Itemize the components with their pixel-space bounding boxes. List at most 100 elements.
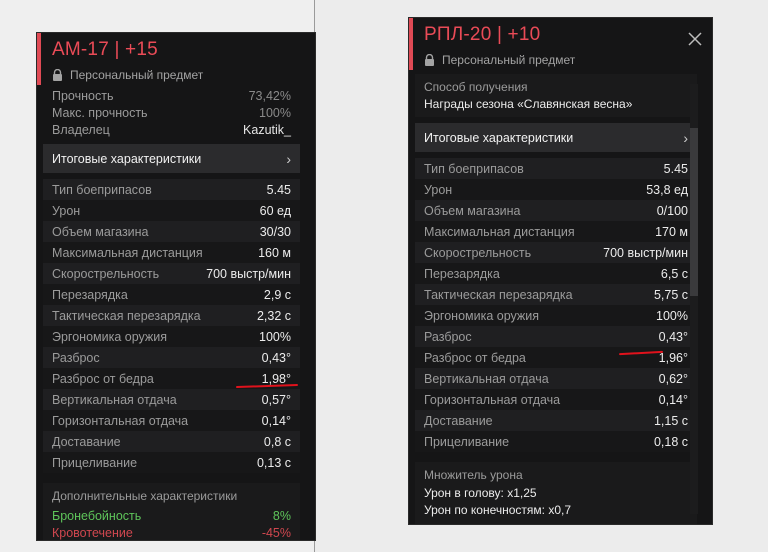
chevron-right-icon: › (286, 150, 291, 167)
card-body[interactable]: Способ получения Награды сезона «Славянс… (415, 74, 697, 524)
stat-value: 0,57° (261, 392, 291, 407)
stat-label: Доставание (424, 413, 493, 428)
stat-value: 700 выстр/мин (603, 245, 688, 260)
stat-label: Тип боеприпасов (52, 182, 152, 197)
stat-row: Разброс от бедра 1,96° (415, 347, 697, 368)
stat-row: Доставание 1,15 с (415, 410, 697, 431)
stat-row: Перезарядка 2,9 с (43, 284, 300, 305)
stat-label: Разброс (52, 350, 100, 365)
stat-value: 1,15 с (653, 413, 688, 428)
stat-value: 100% (259, 105, 291, 120)
card-header: РПЛ-20 | +10 Персональный предмет (424, 24, 704, 67)
extra-value: 8% (272, 508, 291, 523)
stat-row: Вертикальная отдача 0,57° (43, 389, 300, 410)
stat-label: Скорострельность (424, 245, 532, 260)
stat-row: Тактическая перезарядка 5,75 с (415, 284, 697, 305)
stat-value: 170 м (655, 224, 688, 239)
stat-row: Урон 53,8 ед (415, 179, 697, 200)
stat-value: Kazutik_ (243, 122, 291, 137)
stat-label: Тип боеприпасов (424, 161, 524, 176)
accent-bar (37, 33, 41, 85)
extra-label: Бронебойность (52, 508, 142, 523)
stat-value: 100% (259, 329, 291, 344)
stat-value: 5,75 с (653, 287, 688, 302)
extra-row: Кровотечение -45% (52, 524, 291, 540)
stat-label: Тактическая перезарядка (52, 308, 201, 323)
section-label: Итоговые характеристики (52, 151, 202, 166)
stat-value: 6,5 с (660, 266, 688, 281)
stats-list: Тип боеприпасов 5.45 Урон 53,8 ед Объем мага… (415, 158, 697, 452)
chevron-right-icon: › (683, 129, 688, 146)
stat-label: Эргономика оружия (424, 308, 540, 323)
stat-value: 0,43° (658, 329, 688, 344)
stat-label: Максимальная дистанция (52, 245, 203, 260)
stat-value: 0,14° (658, 392, 688, 407)
stat-value: 2,32 с (256, 308, 291, 323)
stat-value: 2,9 с (263, 287, 291, 302)
stat-value: 5.45 (663, 161, 688, 176)
multiplier-block: Множитель урона Урон в голову: x1,25 Урон… (415, 462, 697, 524)
stat-label: Прицеливание (424, 434, 510, 449)
stat-value: 30/30 (259, 224, 291, 239)
stat-row: Объем магазина 30/30 (43, 221, 300, 242)
stat-label: Вертикальная отдача (52, 392, 177, 407)
item-card-rpl20: РПЛ-20 | +10 Персональный предмет Способ… (409, 18, 712, 524)
item-title: АМ-17 | +15 (52, 39, 158, 60)
close-icon[interactable] (688, 32, 702, 46)
stat-label: Макс. прочность (52, 105, 148, 120)
extra-caption: Дополнительные характеристики (52, 489, 238, 503)
stat-row: Макс. прочность 100% (43, 104, 300, 121)
stat-label: Разброс от бедра (424, 350, 526, 365)
stat-row: Максимальная дистанция 160 м (43, 242, 300, 263)
stat-label: Урон (424, 182, 453, 197)
stat-label: Максимальная дистанция (424, 224, 575, 239)
stat-value: 0,43° (261, 350, 291, 365)
multiplier-line: Урон по конечностям: x0,7 (424, 503, 572, 517)
stat-row: Прицеливание 0,18 с (415, 431, 697, 452)
stat-row: Перезарядка 6,5 с (415, 263, 697, 284)
extra-list: Бронебойность 8% Кровотечение -45% (52, 507, 291, 540)
stat-row: Эргономика оружия 100% (43, 326, 300, 347)
stat-row: Урон 60 ед (43, 200, 300, 221)
subtitle-text: Персональный предмет (70, 68, 204, 82)
stat-value: 700 выстр/мин (206, 266, 291, 281)
summary-section-button[interactable]: Итоговые характеристики › (43, 144, 300, 173)
stat-value: 0/100 (656, 203, 688, 218)
stat-row: Горизонтальная отдача 0,14° (43, 410, 300, 431)
stat-label: Тактическая перезарядка (424, 287, 573, 302)
stat-label: Горизонтальная отдача (52, 413, 189, 428)
stat-row: Прицеливание 0,13 с (43, 452, 300, 473)
stat-label: Разброс от бедра (52, 371, 154, 386)
multiplier-line: Урон в голову: x1,25 (424, 486, 537, 500)
lock-icon (53, 69, 62, 81)
extra-value: -45% (261, 525, 291, 540)
obtain-caption: Способ получения (424, 80, 528, 94)
subtitle-text: Персональный предмет (442, 53, 576, 67)
stat-row: Объем магазина 0/100 (415, 200, 697, 221)
item-subtitle: Персональный предмет (424, 53, 704, 67)
stat-value: 100% (656, 308, 688, 323)
accent-bar (409, 18, 413, 70)
stat-row: Доставание 0,8 с (43, 431, 300, 452)
stat-row: Тактическая перезарядка 2,32 с (43, 305, 300, 326)
summary-section-button[interactable]: Итоговые характеристики › (415, 123, 697, 152)
stat-value: 0,62° (658, 371, 688, 386)
stat-row: Владелец Kazutik_ (43, 121, 300, 138)
stat-label: Вертикальная отдача (424, 371, 549, 386)
stat-value: 0,8 с (263, 434, 291, 449)
stat-row: Разброс 0,43° (43, 347, 300, 368)
extra-row: Бронебойность 8% (52, 507, 291, 524)
stat-value: 5.45 (266, 182, 291, 197)
stat-label: Урон (52, 203, 81, 218)
item-card-am17: АМ-17 | +15 Персональный предмет Прочнос… (37, 33, 315, 540)
stat-value: 53,8 ед (646, 182, 688, 197)
lock-icon (425, 54, 434, 66)
stat-label: Объем магазина (424, 203, 521, 218)
stats-list: Тип боеприпасов 5.45 Урон 60 ед Объем магази… (43, 179, 300, 473)
scrollbar-thumb[interactable] (690, 128, 698, 296)
card-header: АМ-17 | +15 Персональный предмет (52, 39, 307, 82)
stat-row: Скорострельность 700 выстр/мин (415, 242, 697, 263)
obtain-value: Награды сезона «Славянская весна» (424, 97, 633, 111)
stat-label: Владелец (52, 122, 110, 137)
card-body[interactable]: Прочность 73,42% Макс. прочность 100% Владел… (43, 87, 300, 540)
